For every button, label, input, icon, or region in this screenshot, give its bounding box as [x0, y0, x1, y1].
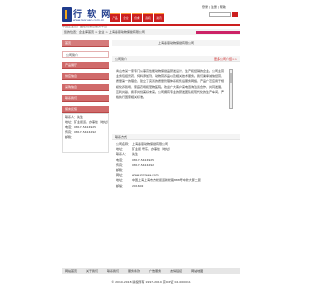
- footer-link-sitemap[interactable]: 网站地图: [191, 268, 203, 274]
- search-input[interactable]: [209, 12, 231, 17]
- intro-heading: 公司简介: [115, 57, 128, 61]
- sidebar-item-purchase[interactable]: 采购信息: [62, 84, 109, 91]
- footer-link-terms[interactable]: 服务条款: [128, 268, 140, 274]
- nav-item-supply[interactable]: 供求: [132, 13, 142, 22]
- main-content: 上海秦恩动物保健有限公司 公司简介 更多公司介绍>> 青山市某一家专门从事高性能…: [112, 40, 240, 189]
- main-nav: 产品 企业 供求 商机 资讯: [110, 13, 164, 22]
- top-links[interactable]: 登录 | 注册 | 帮助: [202, 5, 226, 9]
- intro-text: 青山市某一家专门从事高性能动物保健品研发设计、生产和经销的企业。公司主营业务包括…: [116, 69, 225, 100]
- nav-item-products[interactable]: 产品: [110, 13, 120, 22]
- sidebar-item-supply[interactable]: 供应信息: [62, 73, 109, 80]
- footer-link-home[interactable]: 网站首页: [65, 268, 77, 274]
- sidebar-contact-box: 联系人：先生 地址：矿业街道，办事处（地址） 电话：0817-5424925 传…: [62, 113, 110, 153]
- nav-item-news[interactable]: 资讯: [154, 13, 164, 22]
- sidebar: 首页 公司简介 产品展厅 供应信息 采购信息 联系我们 留言反馈: [62, 40, 109, 117]
- sidebar-item-feedback[interactable]: 留言反馈: [62, 106, 109, 113]
- intro-scrollbar[interactable]: [229, 69, 233, 109]
- contact-details: 公司名称： 上海秦恩动物保健有限公司 地址： 矿业街 号东，办事处（地址） 联系人：…: [112, 142, 240, 189]
- footer-link-about[interactable]: 关于我们: [86, 268, 98, 274]
- contact-email: 邮箱：: [65, 135, 75, 139]
- detail-value: 201602: [132, 183, 144, 188]
- logo-mark-icon: [62, 7, 72, 22]
- detail-value: 0817-5424292: [132, 162, 155, 167]
- nav-item-companies[interactable]: 企业: [121, 13, 131, 22]
- breadcrumb-accent-bar: [196, 31, 240, 34]
- sidebar-item-products[interactable]: 产品展厅: [62, 62, 109, 69]
- company-title: 上海秦恩动物保健有限公司: [112, 40, 240, 46]
- intro-section-header: 公司简介 更多公司介绍>>: [112, 56, 240, 62]
- detail-label: 邮编：: [116, 183, 126, 188]
- footer-links: 网站首页 关于我们 联系我们 服务条款 广告服务 友情链接 网站地图: [62, 268, 240, 274]
- intro-more-link[interactable]: 更多公司介绍>>: [214, 56, 237, 62]
- footer-link-ads[interactable]: 广告服务: [149, 268, 161, 274]
- search-button[interactable]: [232, 12, 238, 17]
- logo-url: www.laoruan.com.cn: [73, 18, 105, 22]
- footer-link-friends[interactable]: 友情链接: [170, 268, 182, 274]
- header-divider: [62, 24, 240, 26]
- intro-box: 青山市某一家专门从事高性能动物保健品研发设计、生产和经销的企业。公司主营业务包括…: [112, 65, 240, 117]
- footer-link-contact[interactable]: 联系我们: [107, 268, 119, 274]
- nav-item-business[interactable]: 商机: [143, 13, 153, 22]
- contact-section-header: 联系方式: [112, 134, 240, 140]
- sidebar-item-contact[interactable]: 联系我们: [62, 95, 109, 102]
- detail-row: 邮编： 201602: [112, 184, 240, 189]
- sidebar-item-home[interactable]: 首页: [62, 40, 109, 47]
- scrollbar-thumb[interactable]: [230, 73, 232, 83]
- copyright: © 2010-2018 版权所有 1997-2019 京ICP证 02-0000…: [111, 280, 191, 284]
- sidebar-item-about[interactable]: 公司简介: [62, 51, 109, 58]
